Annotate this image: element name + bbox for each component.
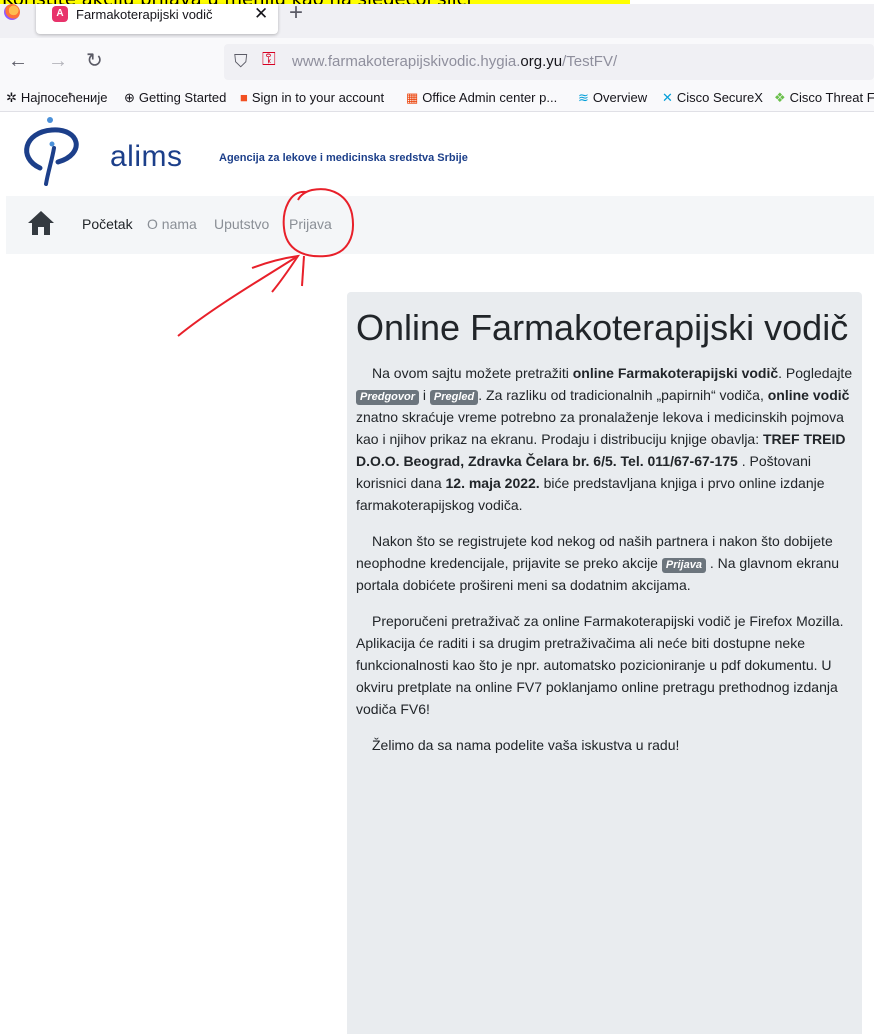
browser-tab[interactable]: A Farmakoterapijski vodič ✕	[36, 4, 278, 34]
menu-item-prijava[interactable]: Prijava	[289, 216, 332, 232]
tab-title: Farmakoterapijski vodič	[76, 7, 213, 22]
browser-paragraph: Preporučeni pretraživač za online Farmak…	[356, 613, 844, 717]
intro-paragraph: Na ovom sajtu možete pretražiti online F…	[356, 365, 853, 513]
arrow-annotation	[177, 255, 299, 337]
insecure-lock-icon[interactable]: ⚿	[262, 49, 276, 70]
agency-name: Agencija za lekove i medicinska sredstva…	[219, 152, 468, 164]
firefox-icon	[4, 4, 20, 20]
site-menubar: Početak O nama Uputstvo Prijava	[6, 196, 874, 254]
bookmark-item[interactable]: ⊕ Getting Started	[124, 90, 226, 106]
browser-navbar: ← → ↻ ⛉ ⚿ www.farmakoterapijskivodic.hyg…	[0, 38, 874, 88]
menu-item-pocetak[interactable]: Početak	[82, 216, 133, 232]
url-text[interactable]: www.farmakoterapijskivodic.hygia.org.yu/…	[292, 53, 617, 70]
close-tab-icon[interactable]: ✕	[254, 4, 268, 24]
cisco-icon: ≋	[578, 90, 589, 105]
forward-arrow-icon[interactable]: →	[48, 50, 68, 72]
site-favicon-icon: A	[52, 6, 68, 22]
reload-icon[interactable]: ↻	[86, 50, 103, 72]
bookmark-item[interactable]: ▦ Office Admin center p...	[406, 90, 557, 106]
bookmark-item[interactable]: ■ Sign in to your account	[240, 90, 384, 105]
browser-tabstrip: A Farmakoterapijski vodič ✕ +	[0, 0, 874, 38]
microsoft-icon: ■	[240, 90, 248, 105]
securex-icon: ✕	[662, 90, 673, 105]
bookmark-item[interactable]: ≋ Overview	[578, 90, 647, 106]
office-icon: ▦	[406, 90, 419, 105]
globe-icon: ⊕	[124, 90, 135, 105]
page-title: Online Farmakoterapijski vodič	[356, 307, 849, 348]
prijava-link[interactable]: Prijava	[661, 558, 706, 573]
menu-item-o-nama[interactable]: O nama	[147, 216, 197, 232]
gear-icon: ✲	[6, 90, 17, 105]
menu-item-uputstvo[interactable]: Uputstvo	[214, 216, 269, 232]
address-bar[interactable]: ⛉ ⚿ www.farmakoterapijskivodic.hygia.org…	[224, 44, 874, 80]
closing-paragraph: Želimo da sa nama podelite vaša iskustva…	[372, 737, 680, 753]
alims-logo-icon[interactable]	[14, 114, 94, 190]
bookmark-item[interactable]: ❖ Cisco Threat F	[774, 90, 874, 106]
login-paragraph: Nakon što se registrujete kod nekog od n…	[356, 533, 840, 593]
bookmark-item[interactable]: ✲ Најпосећеније	[6, 90, 107, 106]
threat-icon: ❖	[774, 90, 786, 105]
shield-icon[interactable]: ⛉	[234, 51, 248, 72]
predgovor-link[interactable]: Predgovor	[356, 390, 420, 405]
home-icon[interactable]	[26, 209, 56, 237]
content-card: Online Farmakoterapijski vodič Na ovom s…	[347, 292, 862, 1034]
brand-name: alims	[110, 140, 183, 173]
new-tab-button[interactable]: +	[289, 0, 303, 27]
bookmark-item[interactable]: ✕ Cisco SecureX	[662, 90, 763, 106]
bookmarks-toolbar: ✲ Најпосећеније ⊕ Getting Started ■ Sign in…	[0, 88, 874, 112]
back-arrow-icon[interactable]: ←	[8, 50, 28, 72]
pregled-link[interactable]: Pregled	[429, 390, 479, 405]
